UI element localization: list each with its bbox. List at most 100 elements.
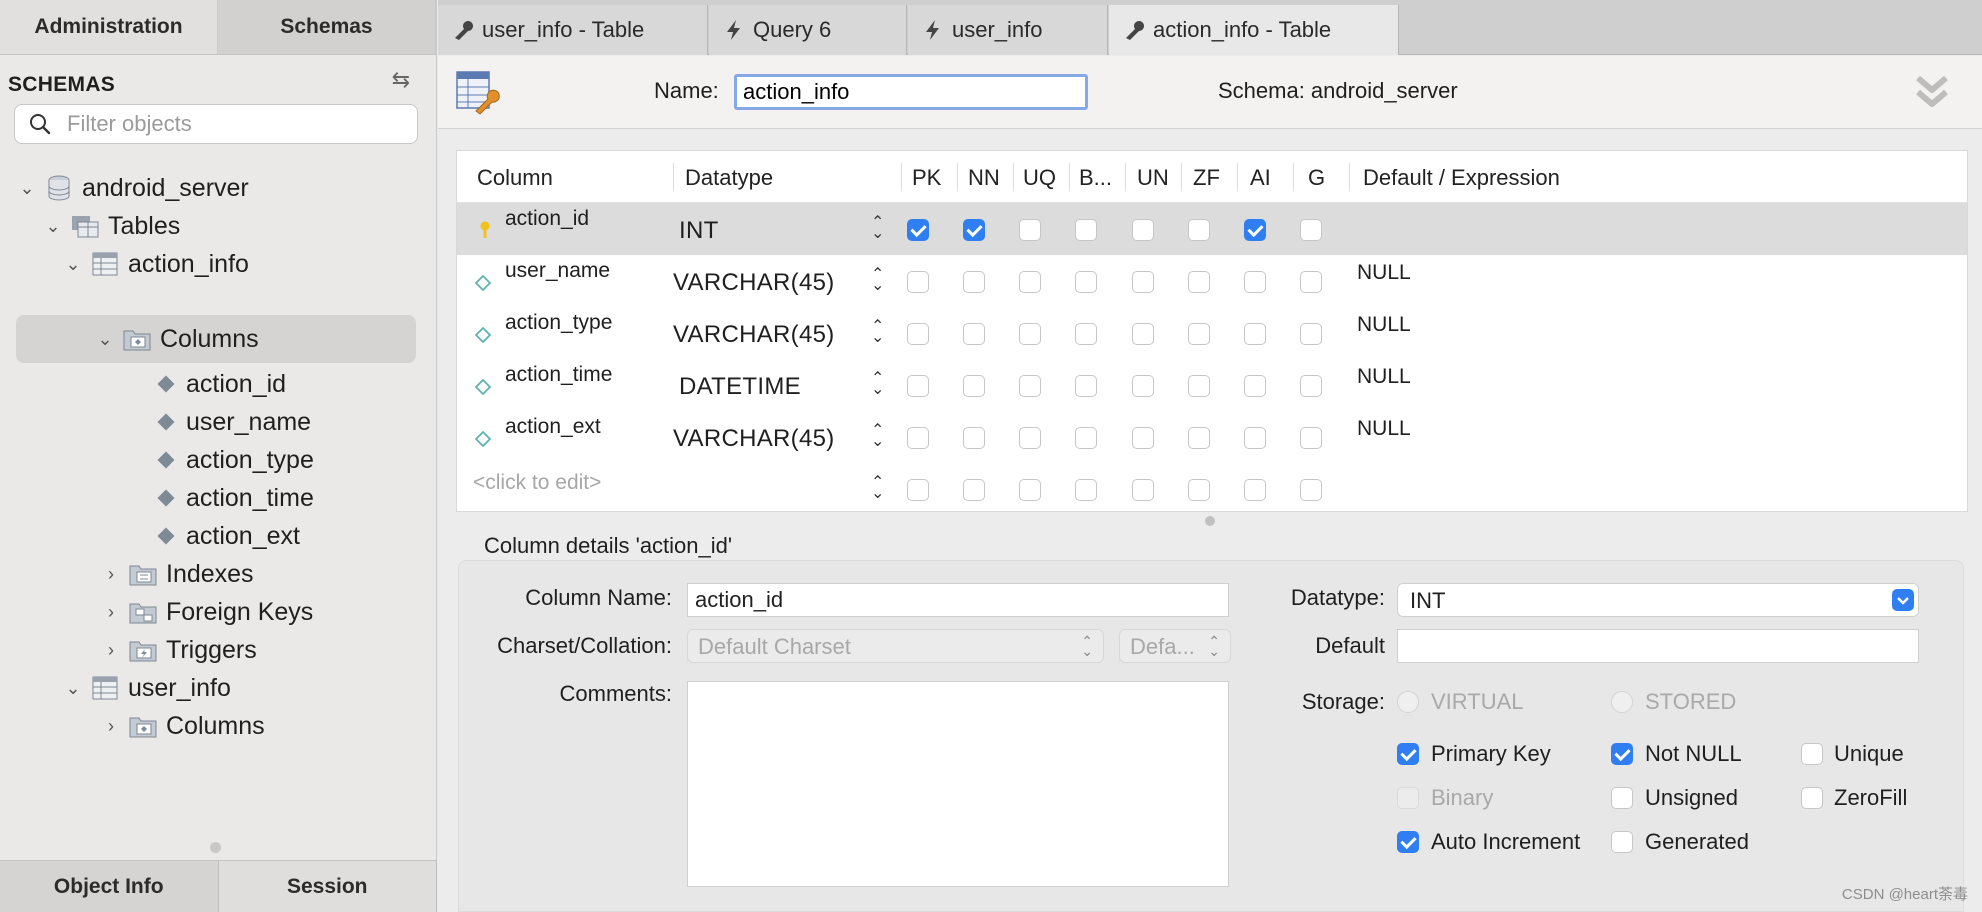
un-checkbox[interactable] xyxy=(1132,271,1154,293)
ai-checkbox[interactable] xyxy=(1244,427,1266,449)
comments-textarea[interactable] xyxy=(687,681,1229,887)
updown-icon[interactable]: ⌃ ⌄ xyxy=(871,215,884,242)
collation-select[interactable]: Defa... ⌃ ⌄ xyxy=(1119,629,1231,663)
uq-checkbox[interactable] xyxy=(1019,375,1041,397)
default-input[interactable] xyxy=(1397,629,1919,663)
filter-objects-input[interactable] xyxy=(67,109,407,139)
zf-checkbox[interactable] xyxy=(1188,219,1210,241)
datatype-cell[interactable]: DATETIME xyxy=(679,373,801,401)
g-checkbox[interactable] xyxy=(1300,479,1322,501)
nn-checkbox[interactable] xyxy=(963,323,985,345)
updown-icon[interactable]: ⌃ ⌄ xyxy=(871,267,884,294)
g-checkbox[interactable] xyxy=(1300,375,1322,397)
nn-checkbox[interactable] xyxy=(963,271,985,293)
click-to-edit-placeholder[interactable]: <click to edit> xyxy=(473,471,601,495)
zerofill-checkbox[interactable] xyxy=(1801,787,1823,809)
not-null-checkbox[interactable] xyxy=(1611,743,1633,765)
un-checkbox[interactable] xyxy=(1132,375,1154,397)
tree-item-action-info[interactable]: ⌄ action_info xyxy=(62,241,462,287)
binary-checkbox[interactable] xyxy=(1075,427,1097,449)
chevron-down-icon[interactable]: ⌄ xyxy=(62,254,84,275)
column-name-cell[interactable]: action_id xyxy=(505,207,589,231)
uq-checkbox[interactable] xyxy=(1019,427,1041,449)
un-checkbox[interactable] xyxy=(1132,479,1154,501)
chevron-down-icon[interactable]: ⌄ xyxy=(94,329,116,350)
tab-session[interactable]: Session xyxy=(218,861,437,912)
dropdown-button[interactable] xyxy=(1892,589,1914,611)
column-name-cell[interactable]: action_type xyxy=(505,311,612,335)
datatype-cell[interactable]: INT xyxy=(679,217,719,245)
default-cell[interactable]: NULL xyxy=(1357,365,1411,389)
unsigned-checkbox[interactable] xyxy=(1611,787,1633,809)
tab-query-6[interactable]: Query 6 xyxy=(709,5,907,55)
nn-checkbox[interactable] xyxy=(963,375,985,397)
tab-administration[interactable]: Administration xyxy=(0,0,218,54)
collapse-chevron-icon[interactable] xyxy=(1912,70,1952,114)
uq-checkbox[interactable] xyxy=(1019,323,1041,345)
ai-checkbox[interactable] xyxy=(1244,479,1266,501)
auto-increment-checkbox[interactable] xyxy=(1397,831,1419,853)
zf-checkbox[interactable] xyxy=(1188,375,1210,397)
column-name-cell[interactable]: action_ext xyxy=(505,415,601,439)
un-checkbox[interactable] xyxy=(1132,323,1154,345)
zf-checkbox[interactable] xyxy=(1188,479,1210,501)
generated-checkbox[interactable] xyxy=(1611,831,1633,853)
chevron-down-icon[interactable]: ⌄ xyxy=(16,178,38,199)
tab-object-info[interactable]: Object Info xyxy=(0,861,219,912)
ai-checkbox[interactable] xyxy=(1244,219,1266,241)
sidebar-splitter-handle[interactable] xyxy=(210,842,221,853)
zf-checkbox[interactable] xyxy=(1188,323,1210,345)
pk-checkbox[interactable] xyxy=(907,375,929,397)
splitter-handle[interactable] xyxy=(1205,516,1215,526)
column-name-input[interactable] xyxy=(687,583,1229,617)
uq-checkbox[interactable] xyxy=(1019,219,1041,241)
table-row[interactable]: action_ext VARCHAR(45) ⌃ ⌄ NULL xyxy=(457,411,1967,463)
binary-checkbox[interactable] xyxy=(1075,375,1097,397)
chevron-right-icon[interactable]: › xyxy=(100,716,122,737)
ai-checkbox[interactable] xyxy=(1244,375,1266,397)
datatype-select[interactable]: INT xyxy=(1397,583,1919,617)
nn-checkbox[interactable] xyxy=(963,479,985,501)
updown-icon[interactable]: ⌃ ⌄ xyxy=(871,371,884,398)
chevron-down-icon[interactable]: ⌄ xyxy=(62,678,84,699)
updown-icon[interactable]: ⌃ ⌄ xyxy=(871,475,884,502)
uq-checkbox[interactable] xyxy=(1019,479,1041,501)
pk-checkbox[interactable] xyxy=(907,323,929,345)
tree-item-columns[interactable]: ⌄ Columns xyxy=(16,315,416,363)
un-checkbox[interactable] xyxy=(1132,219,1154,241)
tab-user-info-table[interactable]: user_info - Table xyxy=(438,5,708,55)
ai-checkbox[interactable] xyxy=(1244,323,1266,345)
refresh-icon[interactable]: ⇆ xyxy=(392,67,410,93)
new-column-row[interactable]: <click to edit> ⌃ ⌄ xyxy=(457,463,1967,511)
table-name-input[interactable] xyxy=(734,74,1088,110)
pk-checkbox[interactable] xyxy=(907,427,929,449)
uq-checkbox[interactable] xyxy=(1019,271,1041,293)
binary-checkbox[interactable] xyxy=(1075,271,1097,293)
g-checkbox[interactable] xyxy=(1300,219,1322,241)
chevron-right-icon[interactable]: › xyxy=(100,564,122,585)
tab-user-info[interactable]: user_info xyxy=(908,5,1108,55)
binary-checkbox[interactable] xyxy=(1075,479,1097,501)
datatype-cell[interactable]: VARCHAR(45) xyxy=(673,321,835,349)
table-row[interactable]: user_name VARCHAR(45) ⌃ ⌄ NULL xyxy=(457,255,1967,307)
column-name-cell[interactable]: action_time xyxy=(505,363,612,387)
stored-radio[interactable] xyxy=(1611,691,1633,713)
chevron-right-icon[interactable]: › xyxy=(100,602,122,623)
pk-checkbox[interactable] xyxy=(907,479,929,501)
zf-checkbox[interactable] xyxy=(1188,271,1210,293)
default-cell[interactable]: NULL xyxy=(1357,261,1411,285)
zf-checkbox[interactable] xyxy=(1188,427,1210,449)
tab-action-info-table[interactable]: action_info - Table xyxy=(1109,5,1399,55)
chevron-right-icon[interactable]: › xyxy=(100,640,122,661)
charset-select[interactable]: Default Charset ⌃ ⌄ xyxy=(687,629,1104,663)
updown-icon[interactable]: ⌃ ⌄ xyxy=(871,319,884,346)
datatype-cell[interactable]: VARCHAR(45) xyxy=(673,269,835,297)
binary-checkbox[interactable] xyxy=(1397,787,1419,809)
unique-checkbox[interactable] xyxy=(1801,743,1823,765)
g-checkbox[interactable] xyxy=(1300,271,1322,293)
default-cell[interactable]: NULL xyxy=(1357,313,1411,337)
pk-checkbox[interactable] xyxy=(907,219,929,241)
virtual-radio[interactable] xyxy=(1397,691,1419,713)
binary-checkbox[interactable] xyxy=(1075,219,1097,241)
tab-schemas[interactable]: Schemas xyxy=(218,0,436,54)
